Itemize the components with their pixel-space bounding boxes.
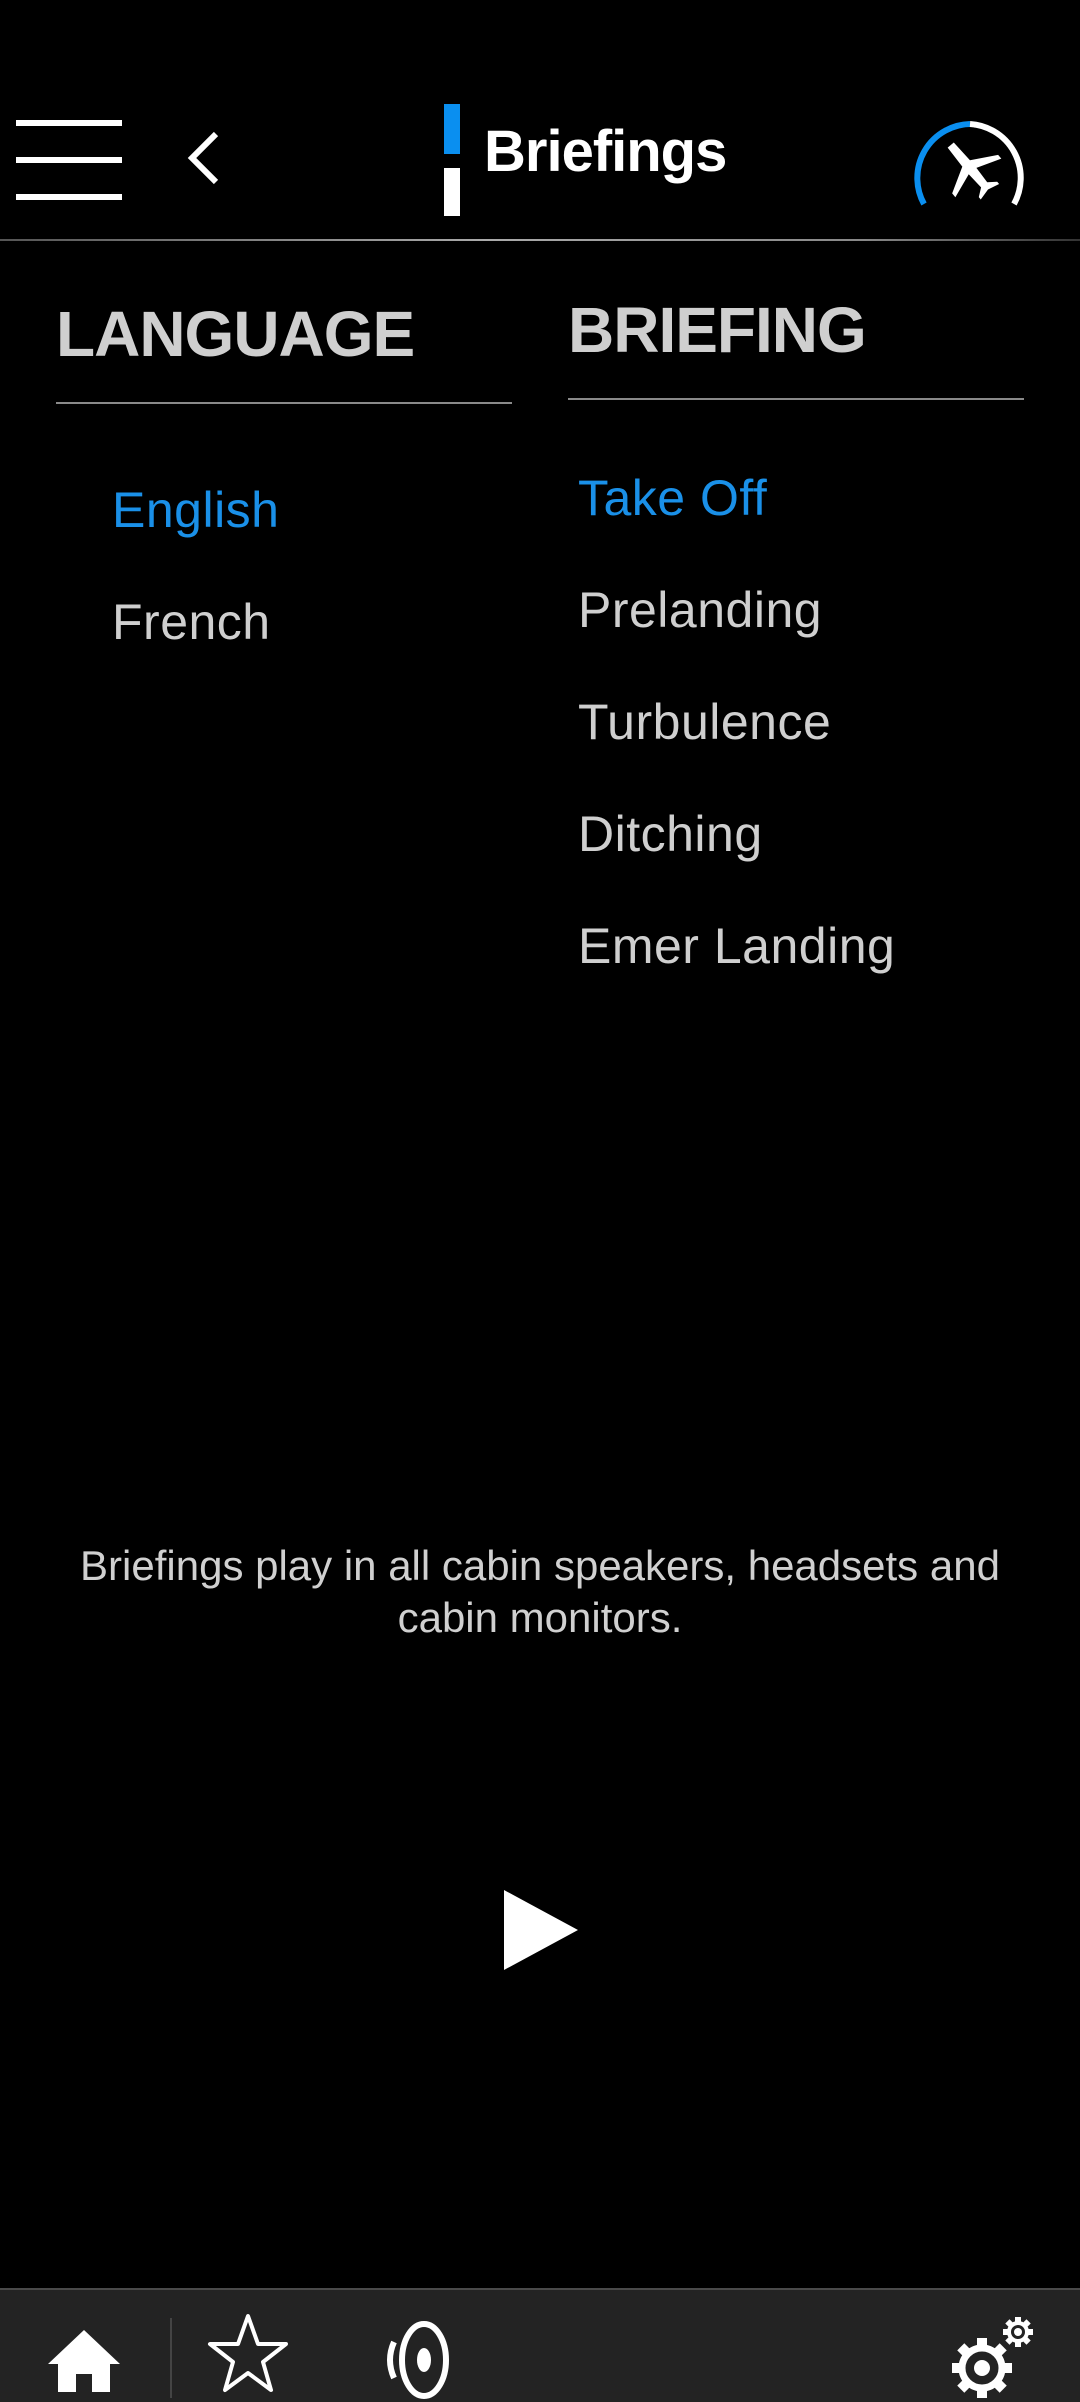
language-list: English French [56,482,512,706]
briefing-item-emer-landing[interactable]: Emer Landing [578,918,1024,1030]
language-divider [56,402,512,404]
settings-gears-icon[interactable] [950,2312,1040,2402]
language-item-french[interactable]: French [112,594,512,706]
play-button[interactable] [488,1870,598,1990]
header-divider [0,239,1080,241]
play-icon [504,1890,578,1970]
bottom-nav-bar [0,2288,1080,2402]
title-accent-bar [444,104,460,154]
chevron-left-icon[interactable] [180,128,230,188]
briefing-heading: BRIEFING [568,294,867,366]
language-column: LANGUAGE English French [56,290,512,706]
briefing-divider [568,398,1024,400]
briefing-item-prelanding[interactable]: Prelanding [578,582,1024,694]
title-text: Briefings [484,119,727,184]
language-item-english[interactable]: English [112,482,512,594]
flight-progress-airplane-icon[interactable] [908,110,1032,220]
briefing-info-text: Briefings play in all cabin speakers, he… [80,1542,1000,1641]
hamburger-menu-icon[interactable] [16,120,124,202]
language-heading: LANGUAGE [56,298,415,370]
speaker-icon[interactable] [380,2320,460,2400]
header: Briefings [0,0,1080,241]
briefing-item-turbulence[interactable]: Turbulence [578,694,1024,806]
home-icon[interactable] [46,2328,122,2394]
briefing-item-ditching[interactable]: Ditching [578,806,1024,918]
bottom-bar-separator [170,2318,172,2398]
briefing-column: BRIEFING Take Off Prelanding Turbulence … [568,290,1024,1030]
briefing-item-take-off[interactable]: Take Off [578,470,1024,582]
star-icon[interactable] [206,2312,290,2396]
briefing-list: Take Off Prelanding Turbulence Ditching … [568,470,1024,1030]
title-accent-bar-white [444,168,460,216]
